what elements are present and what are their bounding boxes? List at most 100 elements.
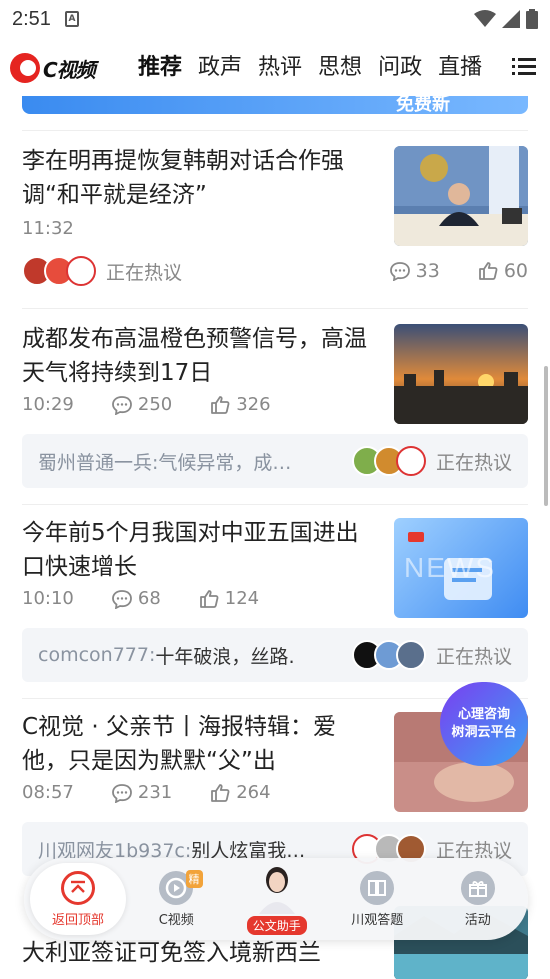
news-watermark: NEWS: [404, 552, 496, 583]
floating-ad[interactable]: 心理咨询 树洞云平台: [440, 682, 528, 766]
top-nav: C视频 推荐 政声 热评 思想 问政 直播: [0, 44, 550, 92]
thumbs-up-icon: [211, 395, 230, 414]
hot-label: 正在热议: [435, 451, 512, 474]
thumbs-up-icon: [478, 262, 498, 280]
article-card[interactable]: 成都发布高温橙色预警信号，高温天气将持续到17日 10:29 250 326: [22, 322, 528, 424]
status-bar: 2:51 A: [0, 0, 550, 38]
sim-icon: A: [64, 11, 79, 27]
ad-line1: 心理咨询: [457, 707, 510, 722]
battery-icon: [526, 9, 538, 29]
thumbs-up-icon: [211, 783, 230, 802]
back-to-top-button[interactable]: 返回顶部: [30, 863, 126, 935]
back-to-top-label: 返回顶部: [51, 912, 104, 928]
c-video-label: C视频: [158, 912, 194, 928]
tab-wenzheng[interactable]: 问政: [370, 45, 430, 91]
assistant-button[interactable]: 公文助手: [227, 858, 328, 940]
like-count: 124: [224, 588, 260, 609]
c-video-badge: 精: [185, 870, 203, 888]
article-title[interactable]: 大利亚签证可免签入境新西兰: [22, 936, 372, 970]
logo[interactable]: C视频: [10, 51, 118, 85]
tab-zhengsheng[interactable]: 政声: [190, 45, 250, 91]
article-card[interactable]: 大利亚签证可免签入境新西兰: [22, 906, 528, 979]
article-title[interactable]: 李在明再提恢复韩朝对话合作强调“和平就是经济”: [22, 144, 372, 212]
comment-icon: [111, 589, 132, 609]
article-title[interactable]: 成都发布高温橙色预警信号，高温天气将持续到17日: [22, 322, 372, 390]
comment-stat[interactable]: 231: [111, 782, 173, 803]
like-stat[interactable]: 124: [199, 588, 259, 609]
quiz-label: 川观答题: [351, 912, 404, 928]
activity-label: 活动: [464, 912, 491, 928]
like-count: 60: [503, 260, 528, 282]
status-right: [474, 9, 538, 29]
comment-stat[interactable]: 33: [389, 260, 440, 282]
comment-text: 十年破浪，丝路…: [155, 645, 296, 668]
like-stat[interactable]: 326: [210, 394, 271, 415]
tab-sixiang[interactable]: 思想: [310, 45, 370, 91]
comment-text: 气候异常，成…: [158, 451, 292, 474]
quiz-button[interactable]: 川观答题: [327, 858, 428, 940]
channel-tabs: 推荐 政声 热评 思想 问政 直播: [130, 45, 500, 91]
comment-count: 231: [137, 782, 173, 803]
avatar-group: [22, 256, 96, 286]
article-time: 10:29: [22, 394, 74, 415]
press-conference-photo: [394, 146, 528, 246]
assistant-label: 公文助手: [246, 915, 307, 935]
logo-mark-icon: [10, 53, 40, 83]
banner[interactable]: 免费新: [22, 96, 528, 114]
gift-icon: [460, 870, 495, 905]
comment-stat[interactable]: 68: [111, 588, 161, 609]
comment-icon: [389, 262, 410, 281]
comment-user[interactable]: comcon777:: [38, 644, 155, 666]
article-time: 11:32: [22, 218, 74, 239]
activity-button[interactable]: 活动: [428, 858, 529, 940]
comment-icon: [111, 395, 132, 415]
hot-row: 正在热议 33 60: [22, 255, 528, 287]
like-stat[interactable]: 60: [478, 260, 528, 282]
article-time: 10:10: [22, 588, 74, 609]
article-thumbnail[interactable]: NEWS: [394, 518, 528, 618]
hot-label: 正在热议: [435, 645, 512, 668]
tab-repin[interactable]: 热评: [250, 45, 310, 91]
article-card[interactable]: 今年前5个月我国对中亚五国进出口快速增长 10:10 68 124 NEWS: [22, 516, 528, 618]
ad-line2: 树洞云平台: [451, 725, 517, 740]
divider: [22, 130, 528, 131]
hot-comment[interactable]: 蜀州普通一兵: 气候异常，成… 正在热议: [22, 434, 528, 488]
hot-label: 正在热议: [106, 261, 183, 284]
c-video-button[interactable]: 精 C视频: [126, 858, 227, 940]
tab-live[interactable]: 直播: [430, 45, 490, 91]
divider: [22, 308, 528, 309]
banner-text: 免费新: [396, 96, 450, 114]
tab-recommend[interactable]: 推荐: [130, 45, 190, 91]
article-card[interactable]: 李在明再提恢复韩朝对话合作强调“和平就是经济” 11:32 正在热议 33 60: [22, 144, 528, 287]
signal-icon: [502, 10, 520, 28]
status-time: 2:51: [12, 7, 51, 30]
article-stats: 33 60: [389, 260, 528, 282]
article-title[interactable]: 今年前5个月我国对中亚五国进出口快速增长: [22, 516, 372, 584]
back-to-top-icon: [61, 870, 95, 905]
avatar-group: [351, 446, 426, 476]
comment-icon: [111, 783, 132, 803]
article-thumbnail[interactable]: [394, 324, 528, 424]
avatar: [66, 256, 96, 286]
menu-icon[interactable]: [512, 56, 536, 78]
comment-user[interactable]: 蜀州普通一兵:: [38, 448, 158, 475]
divider: [22, 504, 528, 505]
comment-count: 33: [415, 260, 440, 282]
sunset-city-photo: [394, 324, 528, 424]
like-count: 264: [236, 782, 271, 803]
article-thumbnail[interactable]: [394, 146, 528, 246]
hot-comment[interactable]: comcon777: 十年破浪，丝路… 正在热议: [22, 628, 528, 682]
avatar-group: [351, 640, 426, 670]
like-count: 326: [236, 394, 271, 415]
article-time: 08:57: [22, 782, 74, 803]
assistant-avatar: [258, 866, 295, 914]
book-icon: [360, 870, 395, 905]
article-title[interactable]: C视觉 · 父亲节丨海报特辑：爱他，只是因为默默“父”出: [22, 710, 372, 778]
comment-count: 250: [137, 394, 173, 415]
scrollbar[interactable]: [544, 366, 548, 506]
comment-count: 68: [137, 588, 161, 609]
wifi-icon: [474, 10, 496, 27]
comment-stat[interactable]: 250: [111, 394, 173, 415]
thumbs-up-icon: [199, 589, 219, 608]
like-stat[interactable]: 264: [210, 782, 271, 803]
